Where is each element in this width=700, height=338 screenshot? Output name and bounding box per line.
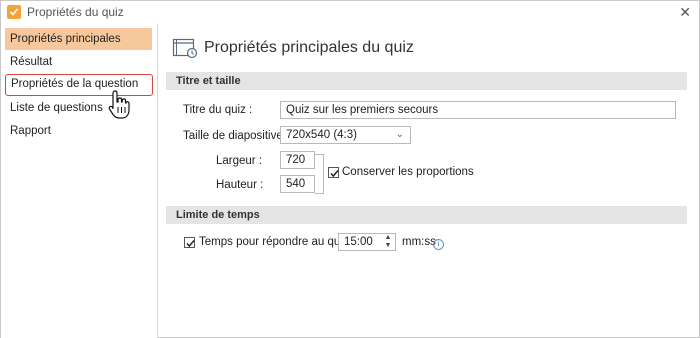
time-limit-label: Temps pour répondre au quiz : (199, 236, 355, 248)
time-unit-label: mm:ss (402, 236, 436, 248)
quiz-title-label: Titre du quiz : (183, 104, 253, 116)
window-title: Propriétés du quiz (27, 5, 124, 19)
spinner-arrows-icon[interactable]: ▲ ▼ (383, 234, 393, 250)
quiz-properties-dialog: Propriétés du quiz ✕ Propriétés principa… (0, 0, 700, 338)
check-icon (186, 240, 195, 248)
section-title-size: Titre et taille (166, 72, 687, 90)
time-limit-checkbox[interactable] (184, 237, 195, 248)
page-title: Propriétés principales du quiz (204, 39, 414, 56)
proportion-link-bracket (315, 154, 324, 194)
width-label: Largeur : (216, 155, 263, 167)
width-input[interactable]: 720 (280, 151, 315, 169)
slide-size-select[interactable]: 720x540 (4:3) ⌄ (280, 126, 411, 144)
slide-size-value: 720x540 (4:3) (286, 129, 357, 141)
quiz-title-input[interactable]: Quiz sur les premiers secours (280, 101, 676, 119)
height-input[interactable]: 540 (280, 175, 315, 193)
main-panel: Propriétés principales du quiz Titre et … (158, 24, 699, 337)
quiz-settings-icon (172, 38, 198, 59)
slide-size-label: Taille de diapositive : (183, 130, 290, 142)
time-limit-value: 15:00 (344, 236, 373, 248)
sidebar-item-question-properties[interactable]: Propriétés de la question (5, 74, 153, 96)
sidebar-item-result[interactable]: Résultat (5, 51, 152, 73)
sidebar: Propriétés principales Résultat Propriét… (1, 24, 158, 338)
quiz-app-icon (7, 5, 21, 19)
sidebar-item-main-properties[interactable]: Propriétés principales (5, 28, 152, 50)
hand-pointer-icon (108, 90, 130, 119)
title-bar: Propriétés du quiz ✕ (1, 1, 699, 23)
info-icon[interactable]: i (433, 239, 444, 250)
section-title-time-limit: Limite de temps (166, 206, 687, 224)
close-icon[interactable]: ✕ (679, 4, 691, 21)
time-limit-input[interactable]: 15:00 ▲ ▼ (338, 233, 396, 251)
keep-proportions-checkbox[interactable] (328, 167, 339, 178)
check-icon (330, 170, 339, 178)
height-label: Hauteur : (216, 179, 264, 191)
sidebar-item-report[interactable]: Rapport (5, 120, 152, 142)
chevron-down-icon: ⌄ (395, 129, 404, 140)
keep-proportions-label: Conserver les proportions (342, 166, 474, 178)
